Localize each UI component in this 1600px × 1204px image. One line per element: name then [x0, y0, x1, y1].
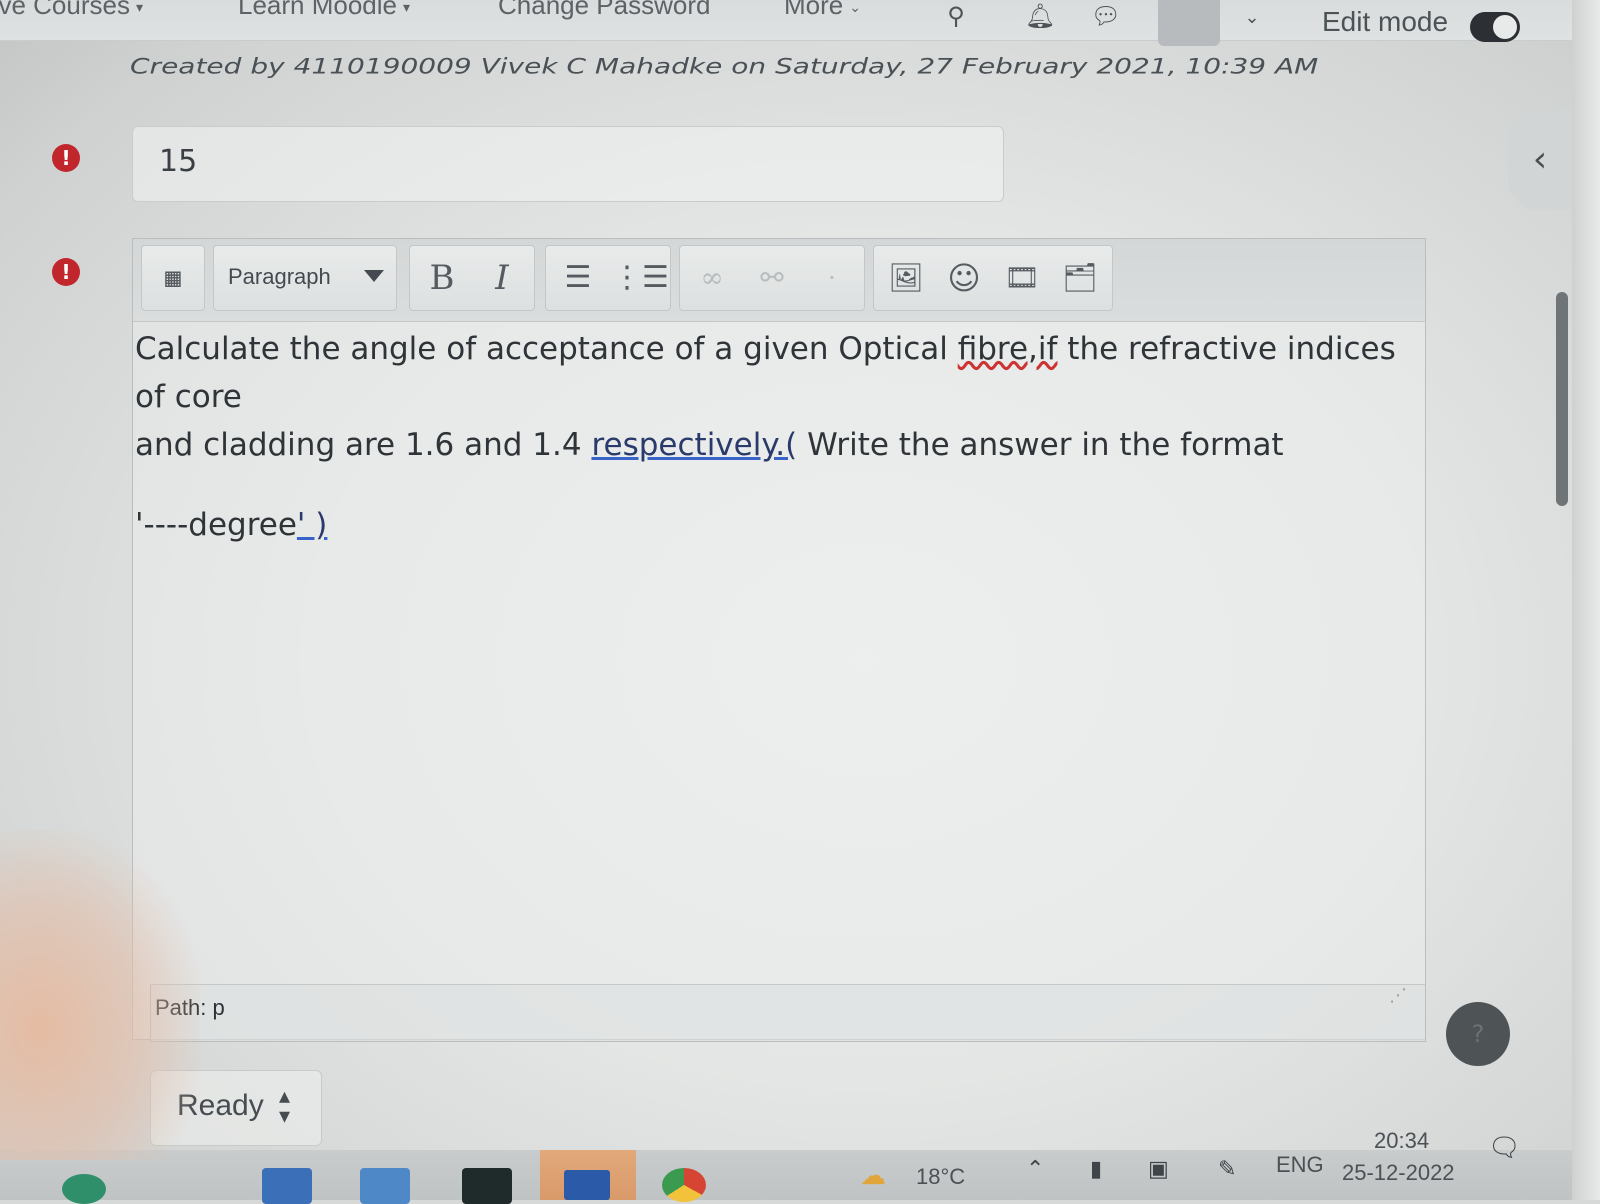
sort-arrows-icon: ▴ ▾: [279, 1084, 291, 1129]
link-icon[interactable]: ∞: [686, 252, 738, 304]
editor-toolbar: ▦ Paragraph B I ☰ ⋮☰ ∞ ⚯ · 🖼︎ ☺ 🎞︎ 🗂︎: [133, 239, 1425, 322]
media-icon[interactable]: 🎞︎: [996, 252, 1048, 304]
emoji-icon[interactable]: ☺: [938, 252, 990, 304]
required-error-icon: !: [52, 144, 80, 172]
content-paragraph: '----degree' ): [135, 501, 1405, 549]
chevron-left-icon: ‹: [1532, 139, 1548, 180]
content-text: Write the answer in the format: [797, 427, 1284, 463]
ordered-list-icon[interactable]: ⋮☰: [612, 252, 669, 304]
language-indicator[interactable]: ENG: [1276, 1152, 1324, 1178]
status-select-value: Ready: [177, 1089, 264, 1122]
misspelled-word: fibre,if: [957, 331, 1058, 367]
manage-files-icon[interactable]: 🗂︎: [1054, 252, 1106, 304]
content-text: Calculate the angle of acceptance of a g…: [135, 331, 958, 367]
mark-field[interactable]: [132, 126, 1004, 202]
image-icon[interactable]: 🖼︎: [880, 252, 932, 304]
clock-time[interactable]: 20:34: [1374, 1128, 1429, 1154]
editor-status-bar: Path: p ⋰: [150, 984, 1426, 1042]
nav-learn-moodle-label: Learn Moodle: [238, 0, 397, 20]
toolbar-group-insert: 🖼︎ ☺ 🎞︎ 🗂︎: [873, 245, 1113, 311]
content-paragraph: Calculate the angle of acceptance of a g…: [135, 325, 1405, 469]
monitor-bezel: [1572, 0, 1600, 1200]
question-mark-icon: ?: [1471, 1020, 1485, 1048]
weather-icon: ☁︎: [860, 1160, 886, 1190]
blank-icon: ·: [828, 264, 836, 292]
chevron-down-icon: ⌄: [849, 0, 861, 15]
status-select[interactable]: Ready ▴ ▾: [150, 1070, 322, 1146]
notification-bell-icon[interactable]: 🔔︎: [1024, 2, 1056, 34]
content-text: and cladding are 1.6 and 1.4: [135, 427, 592, 463]
element-path: Path: p: [155, 995, 225, 1020]
top-navbar: ove Courses ▾ Learn Moodle ▾ Change Passwo…: [0, 0, 1572, 46]
grammar-flagged-text: ' ): [296, 507, 328, 543]
notification-center-icon[interactable]: 🗨︎: [1488, 1132, 1521, 1163]
taskbar-app-icon[interactable]: [360, 1168, 410, 1204]
word-active-app[interactable]: [540, 1150, 636, 1200]
nav-my-courses[interactable]: ove Courses ▾: [0, 0, 143, 21]
nav-more-label: More: [784, 0, 844, 20]
battery-icon[interactable]: ▮: [1090, 1156, 1102, 1182]
avatar[interactable]: [1158, 0, 1220, 46]
toolbar-group-links: ∞ ⚯ ·: [679, 245, 865, 311]
weather-temperature[interactable]: 18°C: [916, 1164, 965, 1190]
show-more-buttons-icon[interactable]: ▦: [147, 252, 199, 304]
toolbar-group-more: ▦: [141, 245, 205, 311]
open-drawer-button[interactable]: ‹: [1508, 110, 1572, 210]
chrome-icon[interactable]: [662, 1168, 706, 1202]
toggle-knob: [1493, 15, 1517, 39]
bold-icon[interactable]: B: [416, 252, 468, 304]
nav-my-courses-label: ove Courses: [0, 0, 130, 20]
content-text: '----degree: [135, 507, 297, 543]
resize-handle-icon[interactable]: ⋰: [1389, 985, 1417, 1013]
nav-change-password[interactable]: Change Password: [498, 0, 710, 21]
question-text-editor: ▦ Paragraph B I ☰ ⋮☰ ∞ ⚯ · 🖼︎ ☺ 🎞︎ 🗂︎ Ca…: [132, 238, 1426, 1040]
editor-content[interactable]: Calculate the angle of acceptance of a g…: [133, 325, 1405, 549]
word-icon: [564, 1170, 610, 1200]
toolbar-group-style: B I: [409, 245, 535, 311]
caret-down-icon: [364, 270, 384, 282]
taskbar-app-icon[interactable]: [462, 1168, 512, 1204]
chevron-up-icon[interactable]: ⌃: [1026, 1156, 1044, 1182]
format-dropdown[interactable]: Paragraph: [213, 245, 397, 311]
messages-icon[interactable]: 💬︎: [1090, 2, 1122, 34]
display-icon[interactable]: ▣: [1148, 1156, 1169, 1182]
toolbar-group-lists: ☰ ⋮☰: [545, 245, 671, 311]
chevron-down-icon: ▾: [135, 0, 143, 15]
nav-more[interactable]: More ⌄: [784, 0, 861, 21]
italic-icon[interactable]: I: [476, 252, 528, 304]
file-explorer-icon[interactable]: [262, 1168, 312, 1204]
pen-icon[interactable]: ✎: [1218, 1156, 1236, 1182]
search-icon[interactable]: ⚲: [940, 2, 972, 34]
windows-taskbar: ☁︎ 18°C ⌃ ▮ ▣ ✎ ENG 20:34 25-12-2022 🗨︎: [0, 1128, 1572, 1204]
unlink-icon[interactable]: ⚯: [746, 252, 798, 304]
unordered-list-icon[interactable]: ☰: [552, 252, 604, 304]
edit-mode-toggle[interactable]: [1470, 12, 1520, 42]
format-dropdown-label: Paragraph: [228, 264, 331, 289]
chevron-down-icon: ▾: [403, 0, 411, 15]
scrollbar-thumb[interactable]: [1556, 292, 1568, 506]
required-error-icon: !: [52, 258, 80, 286]
help-button[interactable]: ?: [1446, 1002, 1510, 1066]
grammar-flagged-text: respectively.(: [591, 427, 798, 463]
user-menu-chevron-icon[interactable]: ⌄: [1236, 2, 1268, 34]
clock-date[interactable]: 25-12-2022: [1342, 1160, 1455, 1186]
edit-mode-label: Edit mode: [1322, 6, 1449, 37]
created-by-text: Created by 4110190009 Vivek C Mahadke on…: [130, 54, 1319, 79]
mark-input[interactable]: [157, 143, 761, 180]
nav-learn-moodle[interactable]: Learn Moodle ▾: [238, 0, 410, 21]
